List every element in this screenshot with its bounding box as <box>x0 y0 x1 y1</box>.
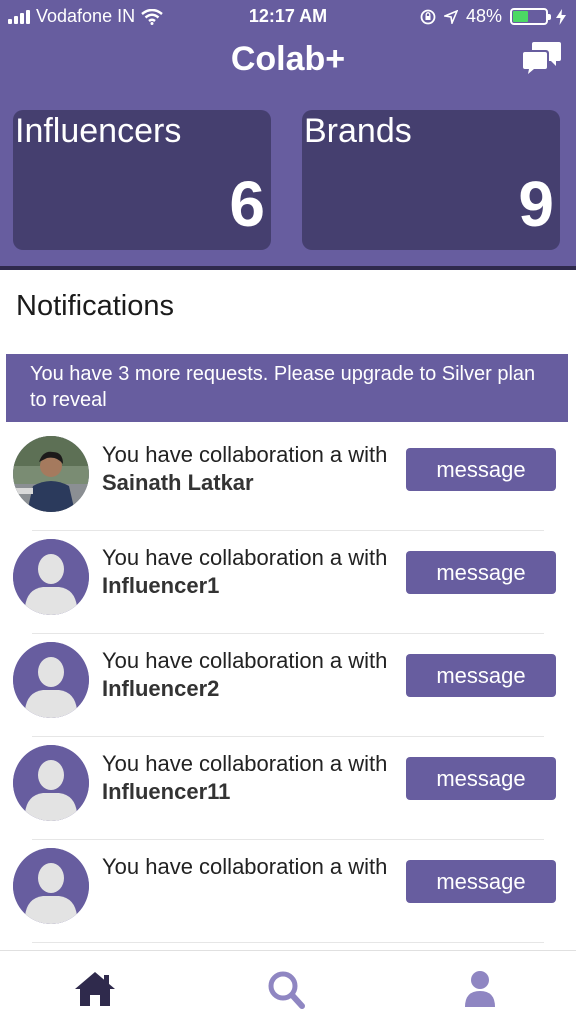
location-icon <box>443 9 458 24</box>
list-item: You have collaboration a with message <box>0 840 576 943</box>
home-icon[interactable] <box>73 969 117 1009</box>
charging-icon <box>556 8 566 25</box>
battery-icon <box>510 8 551 25</box>
avatar <box>13 539 89 615</box>
notification-text: You have collaboration a with <box>102 853 398 881</box>
message-button[interactable]: message <box>406 551 556 594</box>
influencers-count: 6 <box>229 168 265 240</box>
chat-bubbles-icon[interactable] <box>522 40 562 76</box>
notification-text: You have collaboration a with Sainath La… <box>102 441 398 497</box>
battery-percent: 48% <box>465 6 502 26</box>
search-icon[interactable] <box>264 969 308 1009</box>
upgrade-banner[interactable]: You have 3 more requests. Please upgrade… <box>6 354 568 422</box>
brands-card[interactable]: Brands 9 <box>302 110 560 250</box>
list-item: You have collaboration a with Influencer… <box>0 737 576 840</box>
rotation-lock-icon <box>420 9 436 24</box>
list-item: You have collaboration a with Influencer… <box>0 531 576 634</box>
collaborator-name: Influencer2 <box>102 676 220 701</box>
person-placeholder-icon <box>13 642 89 718</box>
collaborator-name: Influencer1 <box>102 573 220 598</box>
notification-message: You have collaboration a with <box>102 751 388 776</box>
avatar <box>13 436 89 512</box>
person-placeholder-icon <box>13 539 89 615</box>
notification-message: You have collaboration a with <box>102 854 388 879</box>
avatar <box>13 745 89 821</box>
notification-text: You have collaboration a with Influencer… <box>102 750 398 806</box>
notification-text: You have collaboration a with Influencer… <box>102 647 398 703</box>
app-title: Colab+ <box>230 40 346 78</box>
influencers-card[interactable]: Influencers 6 <box>13 110 271 250</box>
message-button[interactable]: message <box>406 448 556 491</box>
notifications-title: Notifications <box>16 290 174 322</box>
message-button[interactable]: message <box>406 654 556 697</box>
notification-text: You have collaboration a with Influencer… <box>102 544 398 600</box>
collaborator-name: Sainath Latkar <box>102 470 254 495</box>
person-placeholder-icon <box>13 848 89 924</box>
notification-message: You have collaboration a with <box>102 442 388 467</box>
brands-count: 9 <box>518 168 554 240</box>
profile-icon[interactable] <box>458 969 502 1009</box>
avatar <box>13 848 89 924</box>
list-item: You have collaboration a with Influencer… <box>0 634 576 737</box>
notification-message: You have collaboration a with <box>102 545 388 570</box>
app-header: Vodafone IN 12:17 AM 48% Colab+ Influenc… <box>0 0 576 270</box>
message-button[interactable]: message <box>406 757 556 800</box>
brands-label: Brands <box>304 112 412 150</box>
message-button[interactable]: message <box>406 860 556 903</box>
battery-level <box>513 11 529 22</box>
bottom-tab-bar <box>0 950 576 1024</box>
person-placeholder-icon <box>13 745 89 821</box>
list-item: You have collaboration a with Sainath La… <box>0 428 576 531</box>
notification-message: You have collaboration a with <box>102 648 388 673</box>
influencers-label: Influencers <box>15 112 182 150</box>
status-bar: Vodafone IN 12:17 AM 48% <box>0 0 576 36</box>
notification-list: You have collaboration a with Sainath La… <box>0 428 576 943</box>
collaborator-name: Influencer11 <box>102 779 231 804</box>
avatar <box>13 642 89 718</box>
